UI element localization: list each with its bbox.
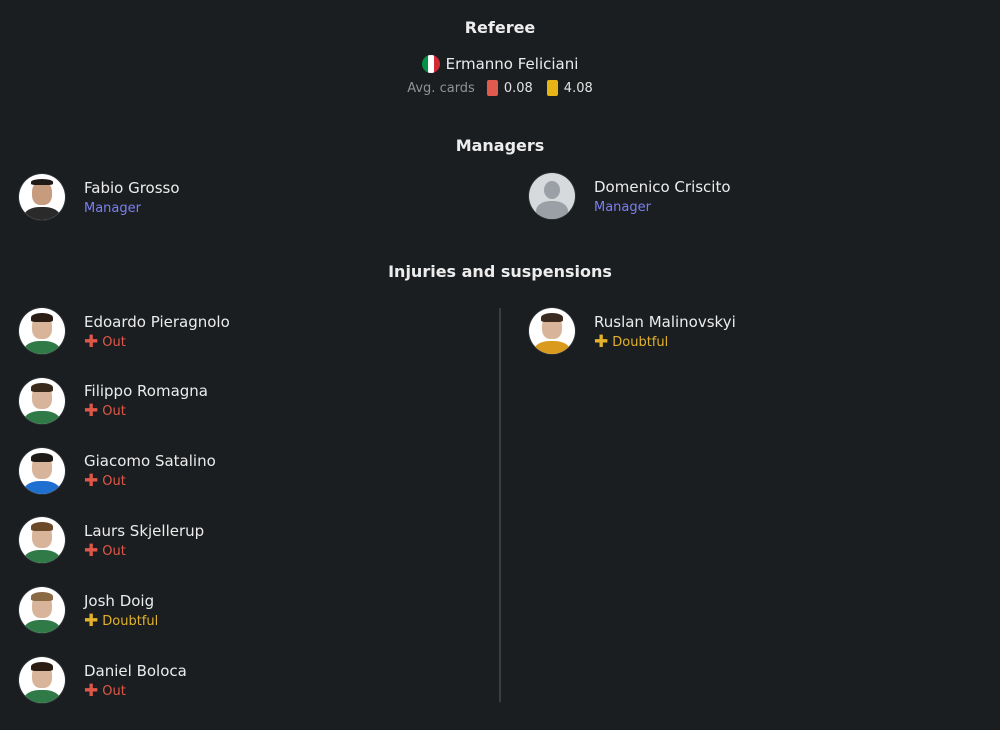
manager-avatar [19, 174, 65, 220]
injuries-title: Injuries and suspensions [388, 262, 612, 281]
match-info-panel: Referee Ermanno Feliciani Avg. cards 0.0… [0, 0, 1000, 730]
player-status: ✚ Doubtful [84, 610, 159, 631]
manager-role: Manager [84, 200, 141, 216]
injured-player-row[interactable]: Giacomo Satalino ✚ Out [19, 447, 216, 494]
italy-flag-icon [421, 55, 440, 73]
player-status-label: Doubtful [612, 334, 669, 350]
player-name: Laurs Skjellerup [84, 521, 205, 540]
player-status-label: Out [102, 543, 126, 559]
injured-player-row[interactable]: Josh Doig ✚ Doubtful [19, 587, 159, 634]
red-plus-icon: ✚ [84, 331, 99, 352]
player-avatar [19, 657, 65, 703]
yellow-card-icon [546, 80, 558, 96]
red-card-avg: 0.08 [503, 80, 533, 96]
injured-player-row[interactable]: Laurs Skjellerup ✚ Out [19, 517, 205, 564]
player-name: Daniel Boloca [84, 661, 187, 680]
avg-cards-label: Avg. cards [407, 80, 475, 96]
player-avatar [529, 308, 575, 354]
red-plus-icon: ✚ [84, 680, 99, 701]
player-status-label: Out [102, 474, 126, 490]
player-status: ✚ Out [84, 471, 216, 492]
injured-player-row[interactable]: Filippo Romagna ✚ Out [19, 377, 208, 424]
player-name: Josh Doig [84, 591, 155, 610]
referee-title: Referee [464, 18, 536, 37]
player-status: ✚ Doubtful [594, 331, 736, 352]
player-status-label: Out [102, 334, 126, 350]
manager-role: Manager [594, 199, 651, 215]
player-avatar [19, 517, 65, 564]
manager-name: Fabio Grosso [84, 178, 180, 197]
player-name: Giacomo Satalino [84, 452, 216, 471]
player-status-label: Out [102, 683, 126, 699]
red-plus-icon: ✚ [84, 471, 99, 492]
managers-title: Managers [455, 136, 545, 155]
column-divider [499, 308, 501, 702]
red-plus-icon: ✚ [84, 540, 99, 561]
yellow-plus-icon: ✚ [594, 331, 609, 352]
player-avatar [19, 587, 65, 634]
player-avatar [19, 447, 65, 494]
referee-card-stats: Avg. cards 0.08 4.08 [0, 80, 1000, 96]
injured-player-row[interactable]: Edoardo Pieragnolo ✚ Out [19, 308, 230, 354]
player-status: ✚ Out [84, 401, 208, 422]
player-status: ✚ Out [84, 540, 204, 561]
player-status: ✚ Out [84, 680, 187, 701]
manager-name: Domenico Criscito [594, 177, 731, 196]
manager-away[interactable]: Domenico Criscito Manager [529, 173, 731, 219]
player-status: ✚ Out [84, 331, 230, 352]
referee-name[interactable]: Ermanno Feliciani [446, 55, 579, 73]
player-name: Edoardo Pieragnolo [84, 312, 230, 331]
player-name: Filippo Romagna [84, 382, 208, 401]
injured-player-row[interactable]: Ruslan Malinovskyi ✚ Doubtful [529, 308, 736, 354]
red-plus-icon: ✚ [84, 401, 99, 422]
referee-row: Ermanno Feliciani [0, 55, 1000, 73]
generic-person-icon [529, 173, 575, 219]
player-name: Ruslan Malinovskyi [594, 312, 736, 331]
manager-home[interactable]: Fabio Grosso Manager [19, 174, 180, 220]
player-avatar [19, 377, 65, 424]
player-avatar [19, 308, 65, 354]
yellow-plus-icon: ✚ [84, 610, 99, 631]
yellow-card-avg: 4.08 [563, 80, 593, 96]
player-status-label: Doubtful [102, 613, 159, 629]
player-status-label: Out [102, 404, 126, 420]
injured-player-row[interactable]: Daniel Boloca ✚ Out [19, 657, 187, 703]
red-card-icon [486, 80, 498, 96]
